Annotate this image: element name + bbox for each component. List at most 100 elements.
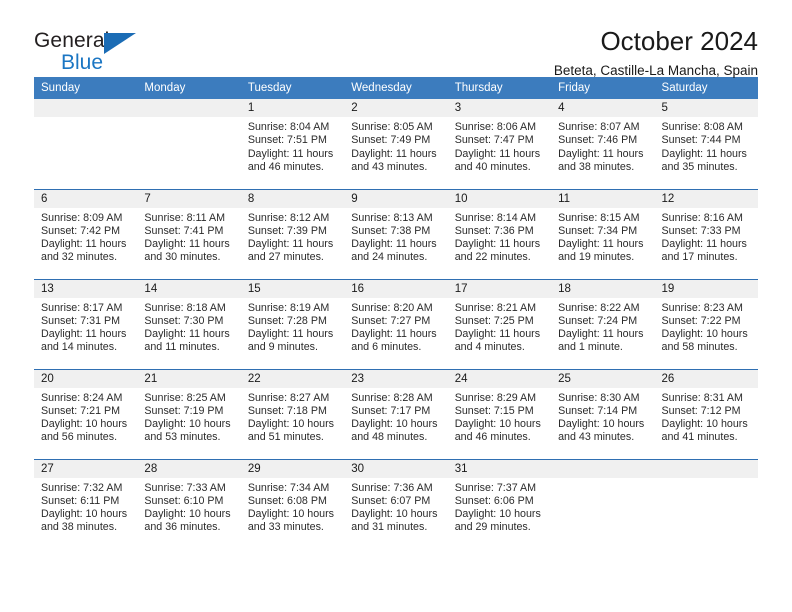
daylight-text: Daylight: 10 hours and 31 minutes. [351, 508, 438, 534]
sunrise-text: Sunrise: 8:05 AM [351, 121, 433, 133]
day-cell-content: 8 Sunrise: 8:12 AM Sunset: 7:39 PM Daylight… [240, 189, 345, 279]
day-number: 23 [344, 369, 448, 388]
calendar-day-cell[interactable]: 30 Sunrise: 7:36 AM Sunset: 6:07 PM Dayligh… [344, 458, 448, 549]
day-number: 13 [34, 279, 138, 298]
sunrise-text: Sunrise: 8:06 AM [454, 121, 537, 133]
sunrise-text: Sunrise: 7:36 AM [351, 481, 433, 494]
sunrise-text: Sunrise: 8:19 AM [247, 301, 330, 314]
sunset-text: Sunset: 7:31 PM [41, 314, 121, 327]
calendar-day-cell[interactable]: 29 Sunrise: 7:34 AM Sunset: 6:08 PM Dayligh… [240, 458, 345, 550]
calendar-day-cell[interactable]: 8 Sunrise: 8:12 AM Sunset: 7:39 PM Daylight… [240, 188, 345, 279]
calendar-day-cell[interactable]: 3 Sunrise: 8:06 AM Sunset: 7:47 PM Daylight… [447, 99, 552, 189]
day-number: 17 [447, 279, 552, 298]
daylight-text: Daylight: 11 hours and 6 minutes. [351, 328, 437, 354]
calendar-day-cell[interactable]: 17 Sunrise: 8:21 AM Sunset: 7:25 PM Dayligh… [447, 278, 552, 369]
day-cell-content: 14 Sunrise: 8:18 AM Sunset: 7:30 PM Dayligh… [137, 279, 241, 369]
daylight-text: Daylight: 11 hours and 1 minute. [558, 328, 644, 354]
daylight-text: Daylight: 10 hours and 36 minutes. [144, 508, 231, 534]
calendar-day-cell[interactable]: 13 Sunrise: 8:17 AM Sunset: 7:31 PM Dayligh… [34, 278, 138, 369]
day-cell-content: 29 Sunrise: 7:34 AM Sunset: 6:08 PM Dayligh… [240, 459, 345, 550]
calendar-day-cell[interactable]: 14 Sunrise: 8:18 AM Sunset: 7:30 PM Dayligh… [137, 278, 241, 369]
day-number [551, 459, 655, 478]
calendar-week-row: 27 Sunrise: 7:32 AM Sunset: 6:11 PM Dayligh… [34, 458, 758, 550]
calendar-day-cell-empty [654, 458, 758, 549]
calendar-day-cell[interactable]: 18 Sunrise: 8:22 AM Sunset: 7:24 PM Dayligh… [551, 278, 655, 369]
day-number: 5 [654, 99, 758, 117]
calendar-day-cell[interactable]: 26 Sunrise: 8:31 AM Sunset: 7:12 PM Dayligh… [654, 368, 758, 459]
calendar-day-cell[interactable]: 7 Sunrise: 8:11 AM Sunset: 7:41 PM Daylight… [137, 188, 241, 279]
day-cell-content: 1 Sunrise: 8:04 AM Sunset: 7:51 PM Daylight… [240, 99, 345, 189]
day-number: 10 [447, 189, 552, 208]
day-number [654, 459, 758, 478]
calendar-day-cell[interactable]: 21 Sunrise: 8:25 AM Sunset: 7:19 PM Dayligh… [137, 368, 241, 459]
day-number: 8 [240, 189, 345, 208]
day-sun-info: Sunrise: 8:12 AM Sunset: 7:39 PM Daylight:… [241, 208, 344, 265]
calendar-day-cell[interactable]: 27 Sunrise: 7:32 AM Sunset: 6:11 PM Dayligh… [34, 458, 138, 549]
sunrise-text: Sunrise: 8:08 AM [661, 121, 743, 133]
calendar-day-cell[interactable]: 15 Sunrise: 8:19 AM Sunset: 7:28 PM Dayligh… [240, 278, 345, 369]
day-cell-content [34, 99, 138, 189]
sunset-text: Sunset: 7:47 PM [454, 134, 534, 147]
day-sun-info: Sunrise: 7:36 AM Sunset: 6:07 PM Daylight:… [344, 478, 447, 535]
calendar-day-cell[interactable]: 5 Sunrise: 8:08 AM Sunset: 7:44 PM Daylight… [654, 99, 758, 189]
day-number: 12 [654, 189, 758, 208]
calendar-day-cell[interactable]: 22 Sunrise: 8:27 AM Sunset: 7:18 PM Dayligh… [240, 368, 345, 459]
daylight-text: Daylight: 10 hours and 38 minutes. [41, 508, 128, 534]
calendar-day-cell[interactable]: 12 Sunrise: 8:16 AM Sunset: 7:33 PM Dayligh… [654, 188, 758, 279]
sunrise-text: Sunrise: 8:17 AM [41, 301, 123, 314]
daylight-text: Daylight: 11 hours and 27 minutes. [247, 238, 334, 264]
day-sun-info: Sunrise: 8:20 AM Sunset: 7:27 PM Daylight:… [344, 298, 447, 355]
sunset-text: Sunset: 7:33 PM [661, 224, 741, 237]
weekday-header-sunday: Sunday [34, 77, 138, 99]
daylight-text: Daylight: 11 hours and 22 minutes. [454, 238, 541, 264]
calendar-day-cell[interactable]: 11 Sunrise: 8:15 AM Sunset: 7:34 PM Dayligh… [551, 188, 655, 279]
calendar-body: 1 Sunrise: 8:04 AM Sunset: 7:51 PM Daylight… [34, 99, 758, 549]
sunrise-text: Sunrise: 8:25 AM [144, 391, 226, 404]
day-cell-content: 11 Sunrise: 8:15 AM Sunset: 7:34 PM Dayligh… [551, 189, 655, 279]
calendar-day-cell[interactable]: 10 Sunrise: 8:14 AM Sunset: 7:36 PM Dayligh… [447, 188, 552, 279]
daylight-text: Daylight: 11 hours and 38 minutes. [558, 147, 644, 173]
day-cell-content: 20 Sunrise: 8:24 AM Sunset: 7:21 PM Dayligh… [34, 369, 138, 459]
daylight-text: Daylight: 11 hours and 9 minutes. [247, 328, 334, 354]
calendar-day-cell[interactable]: 25 Sunrise: 8:30 AM Sunset: 7:14 PM Dayligh… [551, 368, 655, 459]
daylight-text: Daylight: 10 hours and 48 minutes. [351, 418, 438, 444]
sunset-text: Sunset: 7:15 PM [454, 404, 534, 417]
day-number: 15 [240, 279, 345, 298]
brand-logo[interactable]: General Blue [34, 26, 154, 73]
calendar-day-cell[interactable]: 20 Sunrise: 8:24 AM Sunset: 7:21 PM Dayligh… [34, 368, 138, 459]
calendar-day-cell[interactable]: 19 Sunrise: 8:23 AM Sunset: 7:22 PM Dayligh… [654, 278, 758, 369]
daylight-text: Daylight: 10 hours and 51 minutes. [247, 418, 334, 444]
daylight-text: Daylight: 11 hours and 35 minutes. [661, 147, 747, 173]
sunrise-text: Sunrise: 8:09 AM [41, 211, 123, 224]
sunrise-text: Sunrise: 8:28 AM [351, 391, 433, 404]
sunrise-text: Sunrise: 7:34 AM [247, 481, 330, 494]
calendar-day-cell[interactable]: 23 Sunrise: 8:28 AM Sunset: 7:17 PM Dayligh… [344, 368, 448, 459]
day-number: 28 [137, 459, 241, 478]
day-number: 29 [240, 459, 345, 478]
calendar-day-cell[interactable]: 2 Sunrise: 8:05 AM Sunset: 7:49 PM Daylight… [344, 99, 448, 189]
day-number: 18 [551, 279, 655, 298]
day-cell-content: 5 Sunrise: 8:08 AM Sunset: 7:44 PM Daylight… [654, 99, 758, 189]
calendar-day-cell[interactable]: 28 Sunrise: 7:33 AM Sunset: 6:10 PM Dayligh… [137, 458, 241, 549]
calendar-day-cell[interactable]: 9 Sunrise: 8:13 AM Sunset: 7:38 PM Daylight… [344, 188, 448, 279]
sunset-text: Sunset: 7:27 PM [351, 314, 431, 327]
calendar-day-cell[interactable]: 4 Sunrise: 8:07 AM Sunset: 7:46 PM Daylight… [551, 99, 655, 189]
calendar-day-cell[interactable]: 6 Sunrise: 8:09 AM Sunset: 7:42 PM Daylight… [34, 188, 138, 279]
day-sun-info: Sunrise: 8:31 AM Sunset: 7:12 PM Daylight:… [655, 388, 758, 445]
calendar-day-cell[interactable]: 31 Sunrise: 7:37 AM Sunset: 6:06 PM Dayligh… [447, 458, 552, 549]
sunrise-text: Sunrise: 8:31 AM [661, 391, 743, 404]
day-sun-info: Sunrise: 8:07 AM Sunset: 7:46 PM Daylight:… [551, 117, 654, 174]
sunset-text: Sunset: 7:44 PM [661, 134, 741, 147]
sunset-text: Sunset: 7:19 PM [144, 404, 224, 417]
day-sun-info: Sunrise: 8:19 AM Sunset: 7:28 PM Daylight:… [241, 298, 344, 355]
calendar-day-cell[interactable]: 24 Sunrise: 8:29 AM Sunset: 7:15 PM Dayligh… [447, 368, 552, 459]
weekday-header-tuesday: Tuesday [240, 77, 345, 99]
sunrise-text: Sunrise: 8:12 AM [247, 211, 330, 224]
sunset-text: Sunset: 7:12 PM [661, 404, 741, 417]
calendar-day-cell[interactable]: 16 Sunrise: 8:20 AM Sunset: 7:27 PM Dayligh… [344, 278, 448, 369]
calendar-day-cell[interactable]: 1 Sunrise: 8:04 AM Sunset: 7:51 PM Daylight… [240, 99, 345, 189]
day-number: 9 [344, 189, 448, 208]
sunset-text: Sunset: 7:25 PM [454, 314, 534, 327]
day-cell-content: 2 Sunrise: 8:05 AM Sunset: 7:49 PM Daylight… [344, 99, 448, 189]
sunset-text: Sunset: 7:42 PM [41, 224, 121, 237]
